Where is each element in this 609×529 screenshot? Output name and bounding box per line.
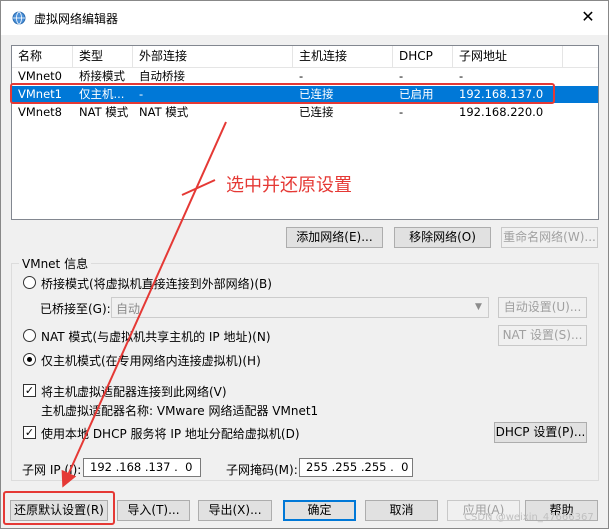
cell-name: VMnet8 — [18, 105, 62, 119]
bridged-to-value: 自动 — [116, 302, 141, 316]
cancel-button[interactable]: 取消 — [365, 500, 438, 521]
vmnet-info-label: VMnet 信息 — [19, 255, 92, 272]
annotation-text: 选中并还原设置 — [226, 175, 352, 196]
nat-settings-button[interactable]: NAT 设置(S)... — [498, 325, 587, 346]
subnet-ip-label: 子网 IP (I): — [22, 463, 82, 477]
cell-host: 已连接 — [299, 105, 334, 119]
hostonly-mode-radio[interactable] — [23, 353, 36, 366]
bridged-mode-radio[interactable] — [23, 276, 36, 289]
col-header-name[interactable]: 名称 — [12, 46, 73, 67]
use-dhcp-checkbox[interactable]: ✓ — [23, 426, 36, 439]
hostonly-mode-label[interactable]: 仅主机模式(在专用网络内连接虚拟机)(H) — [41, 352, 261, 369]
cell-subnet: 192.168.220.0 — [459, 105, 544, 119]
rename-network-button[interactable]: 重命名网络(W)... — [501, 227, 598, 248]
restore-button-highlight-box — [3, 491, 115, 525]
col-header-external[interactable]: 外部连接 — [133, 46, 293, 67]
export-button[interactable]: 导出(X)... — [198, 500, 272, 521]
subnet-ip-field[interactable]: 192 .168 .137 . 0 — [83, 458, 201, 477]
chevron-down-icon: ▼ — [475, 302, 482, 312]
virtual-network-editor-window: 虚拟网络编辑器 ✕ 名称 类型 外部连接 主机连接 DHCP 子网地址 VMne… — [0, 0, 609, 529]
col-header-type[interactable]: 类型 — [73, 46, 133, 67]
col-header-subnet[interactable]: 子网地址 — [453, 46, 563, 67]
col-header-host[interactable]: 主机连接 — [293, 46, 393, 67]
nat-mode-radio[interactable] — [23, 329, 36, 342]
auto-settings-button[interactable]: 自动设置(U)... — [498, 297, 587, 318]
connect-adapter-checkbox[interactable]: ✓ — [23, 384, 36, 397]
subnet-mask-field[interactable]: 255 .255 .255 . 0 — [299, 458, 413, 477]
network-list-header: 名称 类型 外部连接 主机连接 DHCP 子网地址 — [12, 46, 598, 68]
close-icon[interactable]: ✕ — [576, 5, 600, 29]
use-dhcp-label[interactable]: 使用本地 DHCP 服务将 IP 地址分配给虚拟机(D) — [41, 425, 300, 442]
add-network-button[interactable]: 添加网络(E)... — [286, 227, 383, 248]
subnet-mask-label: 子网掩码(M): — [226, 463, 298, 477]
selected-row-highlight-box — [10, 83, 555, 104]
cell-external: NAT 模式 — [139, 105, 189, 119]
bridged-to-label: 已桥接至(G): — [40, 302, 111, 316]
ok-button[interactable]: 确定 — [283, 500, 356, 521]
watermark: CSDN @weixin_47666367 — [464, 512, 594, 523]
connect-adapter-label[interactable]: 将主机虚拟适配器连接到此网络(V) — [41, 383, 227, 400]
nat-mode-label[interactable]: NAT 模式(与虚拟机共享主机的 IP 地址)(N) — [41, 328, 271, 345]
col-header-dhcp[interactable]: DHCP — [393, 46, 453, 67]
network-globe-icon — [12, 11, 26, 25]
bridged-mode-label[interactable]: 桥接模式(将虚拟机直接连接到外部网络)(B) — [41, 275, 272, 292]
vmnet-info-group — [11, 263, 599, 481]
import-button[interactable]: 导入(T)... — [117, 500, 190, 521]
dhcp-settings-button[interactable]: DHCP 设置(P)... — [494, 422, 587, 443]
remove-network-button[interactable]: 移除网络(O) — [394, 227, 491, 248]
window-title: 虚拟网络编辑器 — [34, 12, 119, 26]
table-row[interactable]: VMnet8 NAT 模式 NAT 模式 已连接 - 192.168.220.0 — [12, 104, 598, 121]
title-bar: 虚拟网络编辑器 ✕ — [1, 1, 608, 35]
bridged-to-select[interactable]: 自动 ▼ — [111, 297, 489, 318]
cell-type: NAT 模式 — [79, 105, 129, 119]
adapter-name-label: 主机虚拟适配器名称: VMware 网络适配器 VMnet1 — [41, 404, 319, 418]
cell-dhcp: - — [399, 105, 404, 119]
